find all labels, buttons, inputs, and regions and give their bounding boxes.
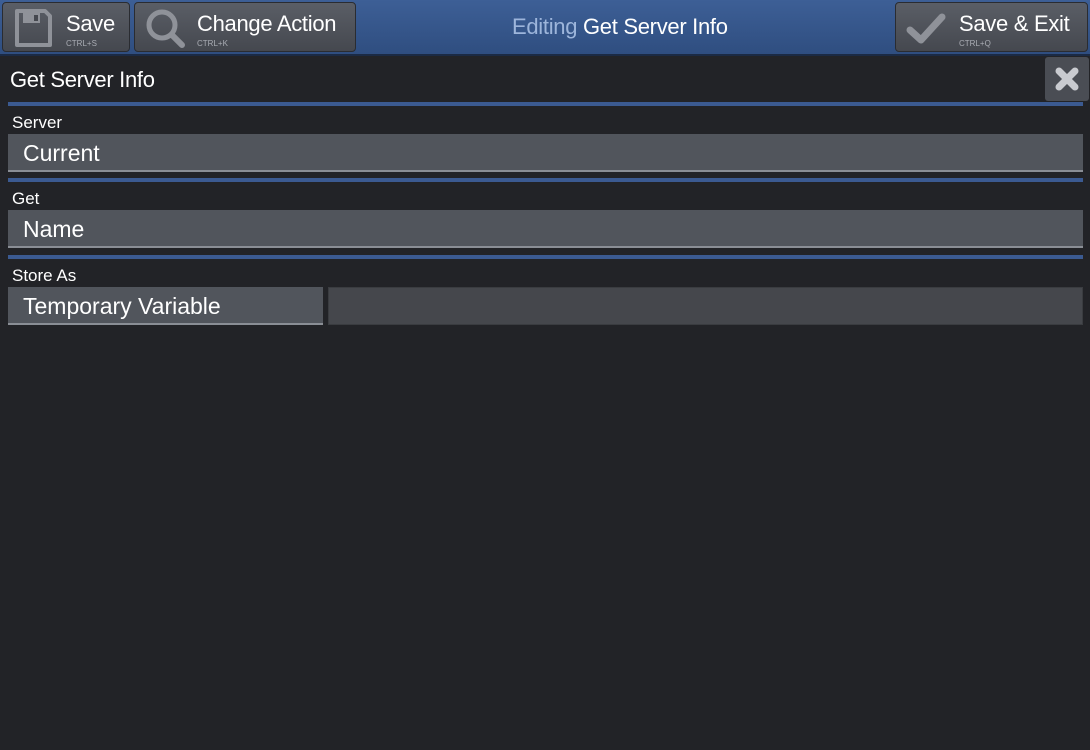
change-action-shortcut: CTRL+K xyxy=(197,39,228,48)
checkmark-icon xyxy=(906,8,946,48)
save-label: Save xyxy=(66,11,115,36)
change-action-button[interactable]: Change Action CTRL+K xyxy=(134,2,356,52)
magnifier-icon xyxy=(145,8,185,48)
toolbar: Save CTRL+S Change Action CTRL+K Editing… xyxy=(0,0,1090,56)
get-select[interactable]: Name xyxy=(8,210,1083,248)
save-exit-label: Save & Exit xyxy=(959,11,1070,36)
editing-prefix: Editing xyxy=(512,14,578,39)
section-divider xyxy=(8,102,1083,106)
panel-title: Get Server Info xyxy=(10,67,155,92)
server-select[interactable]: Current xyxy=(8,134,1083,172)
floppy-disk-icon xyxy=(13,8,53,48)
editing-action-name: Get Server Info xyxy=(582,14,728,39)
change-action-label: Change Action xyxy=(197,11,337,36)
section-divider xyxy=(8,178,1083,182)
store-as-select[interactable]: Temporary Variable xyxy=(8,287,323,325)
server-label: Server xyxy=(12,113,63,132)
get-label: Get xyxy=(12,189,40,208)
server-value: Current xyxy=(23,140,100,166)
editing-title: Editing Get Server Info xyxy=(512,14,728,40)
store-as-value: Temporary Variable xyxy=(23,293,221,319)
store-as-label: Store As xyxy=(12,266,77,285)
save-exit-shortcut: CTRL+Q xyxy=(959,39,991,48)
action-editor-window: Save CTRL+S Change Action CTRL+K Editing… xyxy=(0,0,1090,750)
save-button[interactable]: Save CTRL+S xyxy=(2,2,130,52)
save-shortcut: CTRL+S xyxy=(66,39,97,48)
get-value: Name xyxy=(23,216,85,242)
save-exit-button[interactable]: Save & Exit CTRL+Q xyxy=(895,2,1088,52)
variable-name-input[interactable] xyxy=(328,287,1083,325)
close-button[interactable] xyxy=(1045,57,1089,101)
section-divider xyxy=(8,255,1083,259)
